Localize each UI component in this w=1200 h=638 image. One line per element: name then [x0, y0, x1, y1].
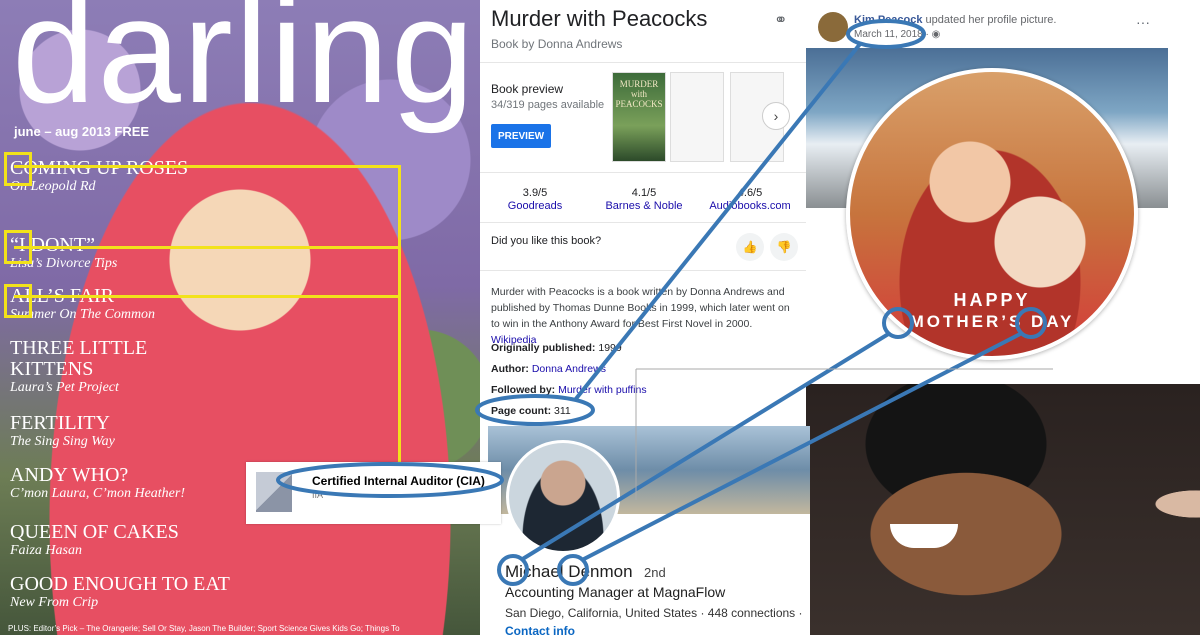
headline-title: QUEEN OF CAKES	[10, 521, 179, 543]
divider	[480, 172, 806, 173]
book-subtitle: Book by Donna Andrews	[491, 37, 623, 51]
banner-line-2: MOTHER’S DAY	[909, 312, 1075, 331]
headline-title: ANDY WHO?	[10, 464, 129, 486]
certification-card: Certified Internal Auditor (CIA) IIA	[246, 462, 501, 524]
facebook-post: Kim Peacock updated her profile picture.…	[806, 0, 1200, 384]
followed-by-link[interactable]: Murder with puffins	[558, 384, 647, 396]
preview-button[interactable]: PREVIEW	[491, 124, 551, 148]
field-label: Followed by:	[491, 384, 556, 396]
field-value: 1999	[598, 342, 622, 354]
rating-source-goodreads[interactable]: Goodreads	[485, 200, 585, 212]
headline-sub: Faiza Hasan	[10, 543, 82, 558]
highlight-line	[398, 295, 401, 467]
certification-org: IIA	[312, 490, 324, 500]
date-text: March 11, 2018 ·	[854, 29, 932, 40]
banner-line-1: HAPPY	[953, 290, 1031, 310]
headline-title: THREE LITTLE KITTENS	[10, 337, 148, 380]
originally-published-row: Originally published: 1999	[491, 342, 622, 354]
headline-sub: Summer On The Common	[10, 307, 156, 322]
book-description: Murder with Peacocks is a book written b…	[491, 284, 791, 348]
headline-sub: New From Crip	[10, 595, 99, 610]
field-value: 311	[554, 405, 571, 417]
person-photo	[806, 384, 1200, 635]
post-action: updated her profile picture.	[925, 14, 1057, 26]
headline-sub: The Sing Sing Way	[10, 434, 115, 449]
magazine-title: darling	[12, 0, 477, 134]
page-thumbnail[interactable]	[670, 72, 724, 162]
pages-available: 34/319 pages available	[491, 99, 605, 111]
avatar[interactable]	[506, 440, 620, 554]
headline-sub: Laura’s Pet Project	[10, 380, 119, 395]
author-row: Author: Donna Andrews	[491, 363, 606, 375]
followed-by-row: Followed by: Murder with puffins	[491, 384, 647, 396]
thumbs-down-icon[interactable]: 👎	[770, 233, 798, 261]
highlight-frame	[14, 243, 401, 298]
book-title: Murder with Peacocks	[491, 6, 708, 31]
rating-source-audiobooks[interactable]: Audiobooks.com	[700, 200, 800, 212]
globe-icon: ◉	[931, 29, 941, 40]
linkedin-profile-card: Michael Denmon 2nd Accounting Manager at…	[480, 426, 810, 638]
book-cover-thumbnail[interactable]: MURDER with PEACOCKS	[612, 72, 666, 162]
divider	[480, 270, 806, 271]
headline-5: FERTILITY The Sing Sing Way	[10, 413, 210, 450]
page-count-row: Page count: 311	[491, 405, 571, 417]
profile-location: San Diego, California, United States · 4…	[505, 606, 803, 620]
chevron-right-icon[interactable]: ›	[762, 102, 790, 130]
headline-sub: C’mon Laura, C’mon Heather!	[10, 486, 185, 501]
thumbs-up-icon[interactable]: 👍	[736, 233, 764, 261]
headline-title: FERTILITY	[10, 412, 110, 434]
field-label: Originally published:	[491, 342, 596, 354]
avatar[interactable]	[818, 12, 848, 42]
post-date[interactable]: March 11, 2018 · ◉	[854, 29, 940, 40]
connection-degree: 2nd	[644, 565, 666, 580]
magazine-cover: darling june – aug 2013 FREE COMING UP R…	[0, 0, 480, 635]
profile-name: Michael Denmon	[505, 562, 633, 581]
author-link[interactable]: Donna Andrews	[532, 363, 606, 375]
headline-8: GOOD ENOUGH TO EAT New From Crip	[10, 574, 270, 611]
headline-4: THREE LITTLE KITTENS Laura’s Pet Project	[10, 338, 210, 396]
google-knowledge-panel: Murder with Peacocks Book by Donna Andre…	[480, 0, 807, 430]
like-prompt: Did you like this book?	[491, 235, 602, 247]
magazine-issue: june – aug 2013 FREE	[14, 124, 150, 139]
certification-name: Certified Internal Auditor (CIA)	[312, 474, 485, 488]
profile-headline: Accounting Manager at MagnaFlow	[505, 584, 726, 600]
magazine-plus-line: PLUS: Editor’s Pick – The Orangerie; Sel…	[8, 624, 400, 633]
rating-source-barnes[interactable]: Barnes & Noble	[594, 200, 694, 212]
book-preview-label: Book preview	[491, 82, 564, 96]
description-text: Murder with Peacocks is a book written b…	[491, 286, 790, 330]
highlight-frame	[14, 165, 401, 249]
divider	[480, 222, 806, 223]
field-label: Page count:	[491, 405, 552, 417]
rating-value: 3.9/5	[522, 187, 548, 199]
headline-7: QUEEN OF CAKES Faiza Hasan	[10, 522, 250, 559]
headline-6: ANDY WHO? C’mon Laura, C’mon Heather!	[10, 465, 250, 502]
poster-name[interactable]: Kim Peacock	[854, 14, 922, 26]
share-icon[interactable]: ⚭	[774, 10, 787, 30]
headline-title: GOOD ENOUGH TO EAT	[10, 573, 230, 595]
field-label: Author:	[491, 363, 529, 375]
rating-value: 4.1/5	[631, 187, 657, 199]
cover-text: MURDER with PEACOCKS	[615, 79, 663, 109]
post-header: Kim Peacock updated her profile picture.	[854, 14, 1056, 26]
divider	[480, 62, 806, 63]
contact-info-link[interactable]: Contact info	[505, 624, 575, 638]
more-options-icon[interactable]: ···	[1136, 14, 1150, 30]
rating-value: 4.6/5	[737, 187, 763, 199]
certification-logo	[256, 472, 292, 512]
